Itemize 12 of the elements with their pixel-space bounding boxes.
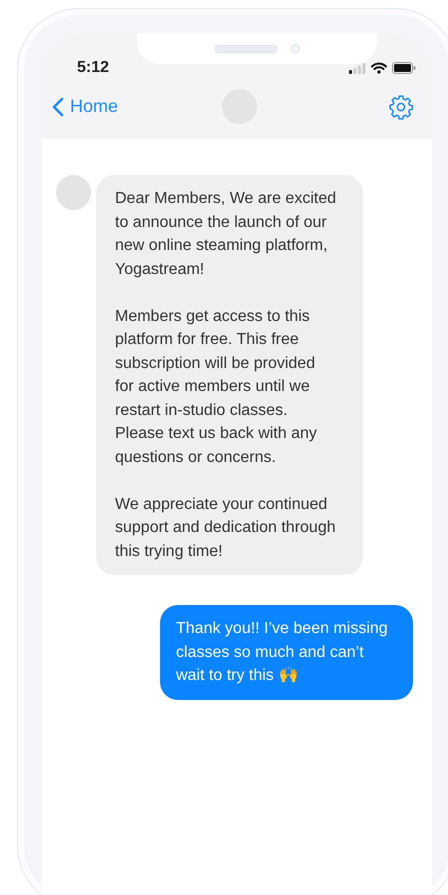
message-text: Members get access to this platform for free. This free subscription will be provided for active members until we restart in-studio classes. Please text us back with any questions or concerns. xyxy=(115,306,318,468)
sender-avatar xyxy=(56,175,91,210)
signal-icon xyxy=(349,62,366,74)
status-time: 5:12 xyxy=(77,59,110,77)
battery-icon xyxy=(392,62,416,74)
settings-icon[interactable] xyxy=(388,94,414,120)
chevron-left-icon xyxy=(52,96,64,116)
wifi-icon xyxy=(371,62,387,74)
message-text: Dear Members, We are excited to announce the launch of our new online steaming platform, Yogastream! xyxy=(115,189,337,280)
message-text: Thank you!! I’ve been missing classes so much and can’t wait to try this 🙌 xyxy=(176,619,389,686)
message-text: We appreciate your continued support and dedication through this trying time! xyxy=(115,494,337,562)
back-button[interactable]: Home xyxy=(50,94,120,119)
